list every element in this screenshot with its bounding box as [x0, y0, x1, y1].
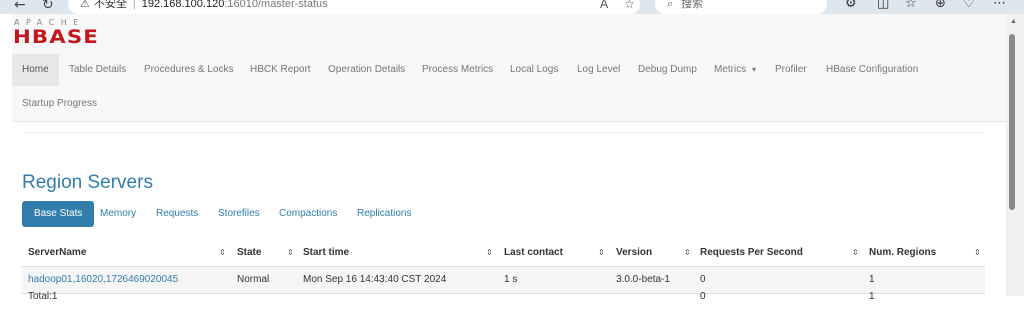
sort-icon[interactable]: ⇕	[974, 240, 981, 266]
url-host: 192.168.100.120	[141, 0, 225, 10]
row-divider	[22, 293, 985, 294]
column-header-last-contact[interactable]: Last contact	[504, 240, 563, 266]
back-icon[interactable]: ←	[14, 0, 26, 13]
section-divider	[22, 132, 984, 133]
nav-profiler[interactable]: Profiler	[775, 54, 807, 86]
nav-home[interactable]: Home	[12, 54, 59, 86]
cell-last-contact: 1 s	[504, 274, 518, 285]
split-screen-icon[interactable]: ◫	[877, 0, 889, 11]
scroll-up-icon[interactable]: ▲	[1010, 18, 1017, 25]
cell-version: 3.0.0-beta-1	[616, 274, 670, 285]
nav-debug-dump[interactable]: Debug Dump	[638, 54, 697, 86]
column-header-state[interactable]: State	[237, 240, 261, 266]
browser-essentials-icon[interactable]: ♡	[963, 0, 975, 11]
scrollbar-thumb[interactable]	[1009, 34, 1015, 210]
refresh-icon[interactable]: ↻	[42, 0, 54, 13]
tab-base-stats[interactable]: Base Stats	[22, 201, 95, 227]
column-header-start-time[interactable]: Start time	[303, 240, 349, 266]
address-bar[interactable]: ⚠ 不安全 | 192.168.100.120:16010/master-status	[68, 0, 640, 14]
security-label: 不安全	[93, 0, 127, 10]
read-aloud-icon[interactable]: A	[600, 0, 608, 14]
tab-storefiles[interactable]: Storefiles	[218, 201, 260, 227]
sort-icon[interactable]: ⇕	[486, 240, 493, 266]
nav-hbck-report[interactable]: HBCK Report	[250, 54, 311, 86]
column-header-num-regions[interactable]: Num. Regions	[869, 240, 936, 266]
column-header-servername[interactable]: ServerName	[28, 240, 86, 266]
nav-log-level[interactable]: Log Level	[577, 54, 620, 86]
cell-start-time: Mon Sep 16 14:43:40 CST 2024	[303, 274, 447, 285]
address-separator: |	[132, 0, 136, 10]
browser-toolbar: ← ↻ ⚠ 不安全 | 192.168.100.120:16010/master-st…	[0, 0, 1024, 14]
search-box[interactable]: ⌕ 搜索	[655, 0, 827, 14]
page-content: APACHE HBASE Home Table Details Procedur…	[12, 14, 1006, 302]
favorite-star-icon[interactable]: ☆	[624, 0, 635, 14]
total-num-regions: 1	[869, 291, 875, 302]
nav-local-logs[interactable]: Local Logs	[510, 54, 558, 86]
tab-requests[interactable]: Requests	[156, 201, 198, 227]
sort-icon[interactable]: ⇕	[852, 240, 859, 266]
nav-startup-progress[interactable]: Startup Progress	[22, 88, 97, 120]
search-icon: ⌕	[667, 0, 674, 10]
column-header-version[interactable]: Version	[616, 240, 652, 266]
section-title: Region Servers	[22, 172, 153, 193]
tab-compactions[interactable]: Compactions	[279, 201, 337, 227]
cell-state: Normal	[237, 274, 270, 285]
navbar: APACHE HBASE Home Table Details Procedur…	[12, 14, 1006, 122]
tab-memory[interactable]: Memory	[100, 201, 136, 227]
sort-icon[interactable]: ⇕	[287, 240, 294, 266]
extensions-icon[interactable]: ⚙	[845, 0, 857, 11]
sort-icon[interactable]: ⇕	[219, 240, 226, 266]
more-icon[interactable]: ⋯	[993, 0, 1006, 11]
search-placeholder: 搜索	[681, 0, 704, 10]
logo-hbase[interactable]: HBASE	[13, 28, 99, 47]
collections-icon[interactable]: ⊕	[935, 0, 946, 11]
nav-hbase-configuration[interactable]: HBase Configuration	[826, 54, 918, 86]
nav-operation-details[interactable]: Operation Details	[328, 54, 405, 86]
column-header-requests-per-second[interactable]: Requests Per Second	[700, 240, 803, 266]
total-requests-per-second: 0	[700, 291, 706, 302]
url-path: :16010/master-status	[224, 0, 328, 10]
total-label: Total:1	[28, 291, 58, 302]
chevron-down-icon: ▾	[752, 65, 757, 74]
nav-process-metrics[interactable]: Process Metrics	[422, 54, 493, 86]
nav-table-details[interactable]: Table Details	[69, 54, 126, 86]
tab-replications[interactable]: Replications	[357, 201, 411, 227]
nav-metrics[interactable]: Metrics ▾	[714, 54, 756, 86]
nav-procedures-locks[interactable]: Procedures & Locks	[144, 54, 234, 86]
sort-icon[interactable]: ⇕	[684, 240, 691, 266]
favorites-icon[interactable]: ☆	[905, 0, 917, 11]
sort-icon[interactable]: ⇕	[598, 240, 605, 266]
nav-metrics-label: Metrics	[714, 64, 747, 75]
warning-icon: ⚠	[80, 0, 90, 10]
